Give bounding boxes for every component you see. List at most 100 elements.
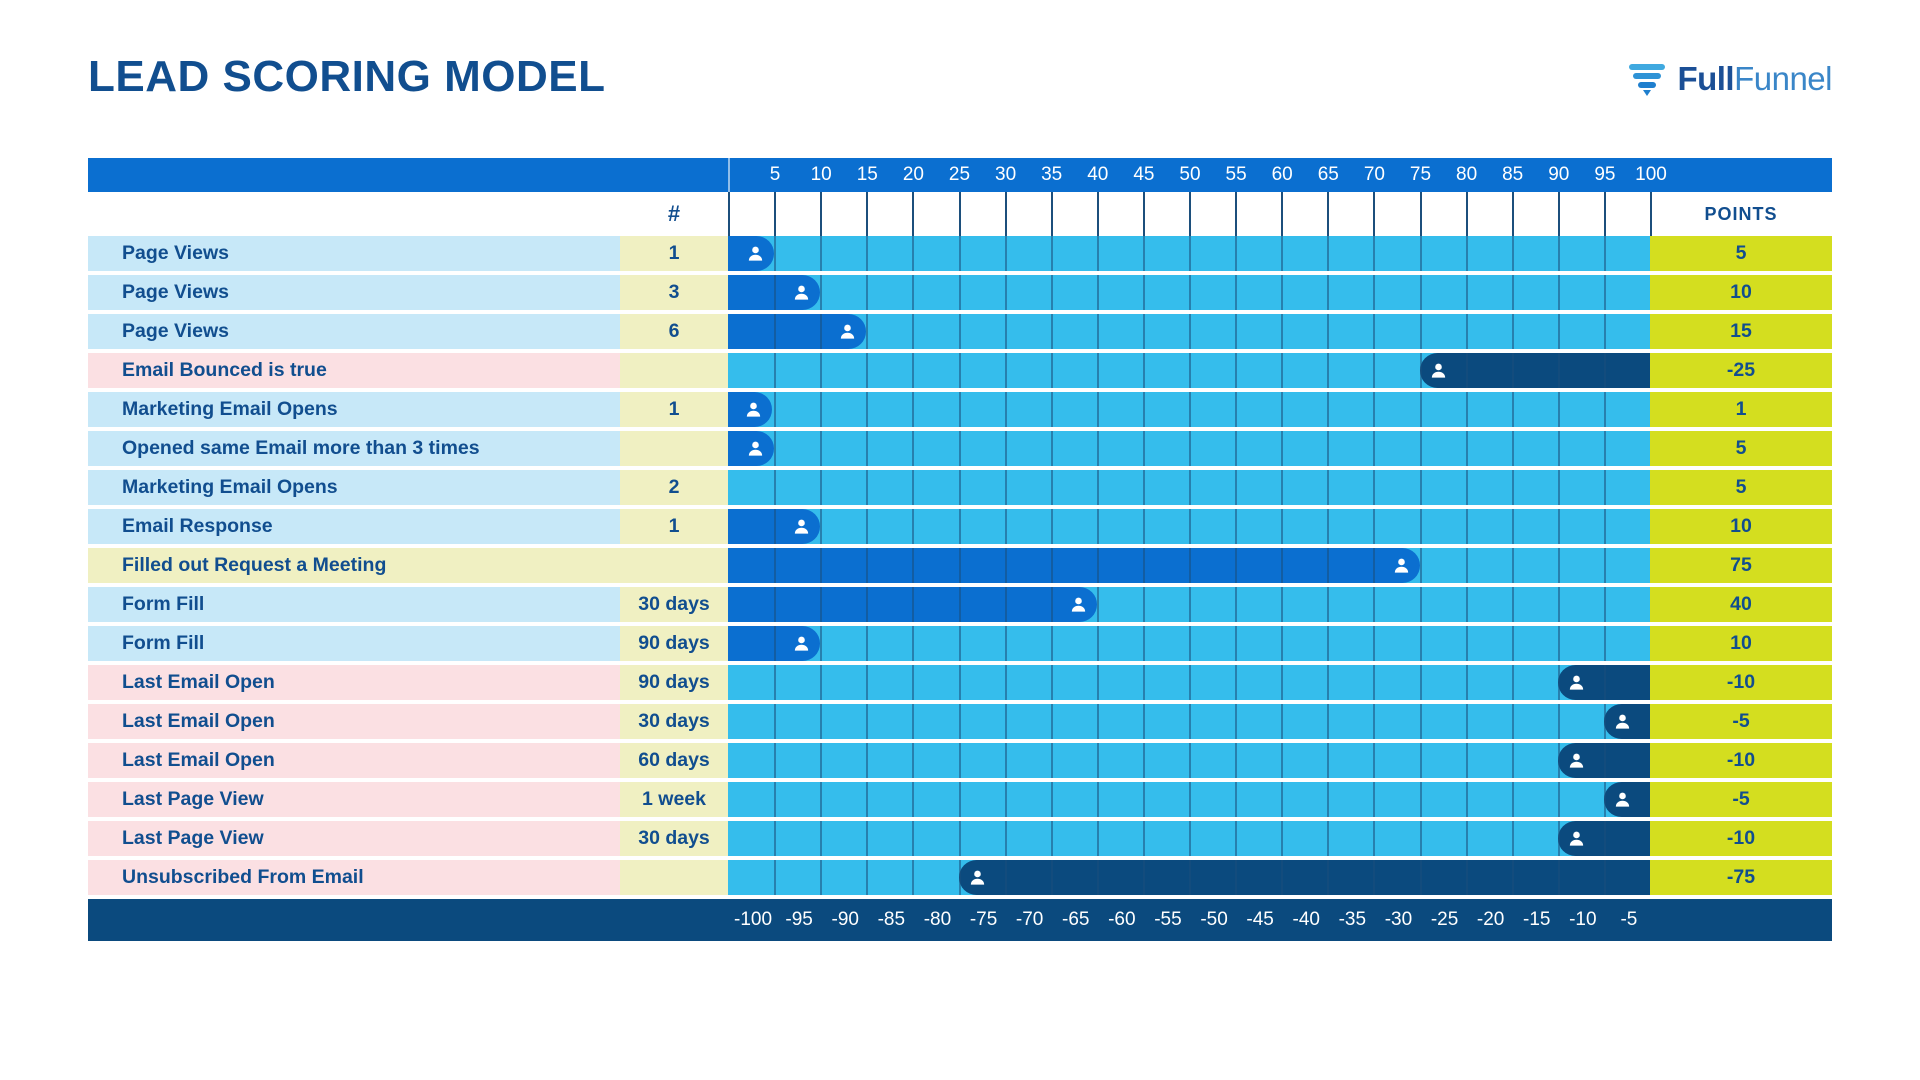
logo-text-full: Full: [1677, 59, 1735, 97]
gridline: [820, 743, 823, 778]
hash-column-header: #: [667, 201, 681, 226]
column-header-grid: [728, 192, 1652, 236]
gridline: [1235, 314, 1238, 349]
gridline: [1189, 548, 1191, 583]
gridline: [820, 509, 823, 544]
gridline: [1235, 548, 1238, 583]
row-points-value: 10: [1650, 509, 1832, 544]
row-track: [728, 626, 1650, 661]
person-icon: [1569, 753, 1583, 768]
gridline: [958, 821, 961, 856]
axis-tick-negative: -50: [1200, 909, 1228, 930]
table-row: Opened same Email more than 3 times 5: [88, 431, 1832, 466]
gridline: [1557, 704, 1560, 739]
gridline: [1189, 509, 1191, 544]
positive-bar: [728, 548, 1420, 583]
gridline: [820, 353, 823, 388]
row-label: Page Views: [88, 275, 620, 310]
gridline: [1511, 704, 1514, 739]
gridline: [1096, 821, 1099, 856]
gridline: [866, 470, 869, 505]
axis-tick-negative: -65: [1062, 909, 1090, 930]
gridline: [1142, 275, 1145, 310]
row-points-value: -10: [1650, 821, 1832, 856]
person-icon: [746, 402, 761, 417]
gridline: [1235, 192, 1238, 236]
gridline: [1004, 353, 1007, 388]
gridline: [1004, 743, 1007, 778]
gridline: [1419, 353, 1422, 388]
gridline: [866, 626, 869, 661]
gridline: [1419, 236, 1422, 271]
gridline: [1465, 192, 1468, 236]
row-track: [728, 509, 1650, 544]
gridline: [1142, 587, 1145, 622]
gridline: [1281, 509, 1284, 544]
gridline: [866, 192, 869, 236]
gridline: [1281, 860, 1284, 895]
gridline: [1142, 314, 1145, 349]
gridline: [1603, 431, 1606, 466]
gridline: [1511, 821, 1514, 856]
gridline: [958, 236, 961, 271]
logo-wordmark: FullFunnel: [1677, 62, 1832, 95]
axis-tick-positive: 75: [1409, 164, 1432, 185]
gridline: [1511, 626, 1514, 661]
row-points-value: -10: [1650, 743, 1832, 778]
gridline: [1557, 314, 1560, 349]
gridline: [1281, 665, 1284, 700]
gridline: [1281, 353, 1284, 388]
gridline: [1465, 275, 1468, 310]
gridline: [1465, 743, 1468, 778]
gridline: [1189, 314, 1191, 349]
row-points-value: 15: [1650, 314, 1832, 349]
gridline: [1603, 236, 1606, 271]
gridline: [1373, 665, 1376, 700]
table-row: Last Page View 30 days -10: [88, 821, 1832, 856]
gridline: [820, 275, 823, 310]
row-count-value: 6: [620, 314, 728, 349]
page-title: LEAD SCORING MODEL: [88, 52, 606, 101]
person-icon: [748, 246, 763, 261]
gridline: [958, 704, 961, 739]
funnel-icon: [1629, 64, 1666, 96]
gridline: [958, 626, 961, 661]
gridline: [774, 665, 777, 700]
gridline: [1096, 431, 1099, 466]
row-count-value: [620, 353, 728, 388]
gridline: [1096, 275, 1099, 310]
gridline: [1189, 470, 1191, 505]
gridline: [1511, 509, 1514, 544]
gridline: [1419, 192, 1422, 236]
gridline: [1142, 821, 1145, 856]
gridline: [1142, 509, 1145, 544]
header-divider: [728, 158, 730, 192]
gridline: [774, 821, 777, 856]
gridline: [1281, 704, 1284, 739]
axis-tick-negative: -45: [1246, 909, 1274, 930]
gridline: [774, 782, 777, 817]
gridline: [1281, 821, 1284, 856]
person-icon: [1569, 831, 1583, 846]
gridline: [1373, 353, 1376, 388]
gridline: [912, 431, 915, 466]
gridline: [1004, 704, 1007, 739]
axis-tick-negative: -30: [1384, 909, 1413, 930]
gridline: [1050, 236, 1053, 271]
gridline: [1096, 587, 1099, 622]
table-row: Filled out Request a Meeting 75: [88, 548, 1832, 583]
gridline: [1511, 470, 1514, 505]
gridline: [1603, 275, 1606, 310]
gridline: [1096, 509, 1099, 544]
gridline: [820, 626, 823, 661]
gridline: [1235, 782, 1238, 817]
gridline: [1373, 392, 1376, 427]
axis-tick-negative: -80: [923, 909, 952, 930]
axis-tick-positive: 90: [1548, 164, 1570, 185]
row-label: Marketing Email Opens: [88, 470, 620, 505]
gridline: [1050, 314, 1053, 349]
table-row: Unsubscribed From Email -75: [88, 860, 1832, 895]
table-row: Page Views 3 10: [88, 275, 1832, 310]
axis-tick-positive: 45: [1133, 164, 1155, 185]
row-label: Page Views: [88, 236, 620, 271]
